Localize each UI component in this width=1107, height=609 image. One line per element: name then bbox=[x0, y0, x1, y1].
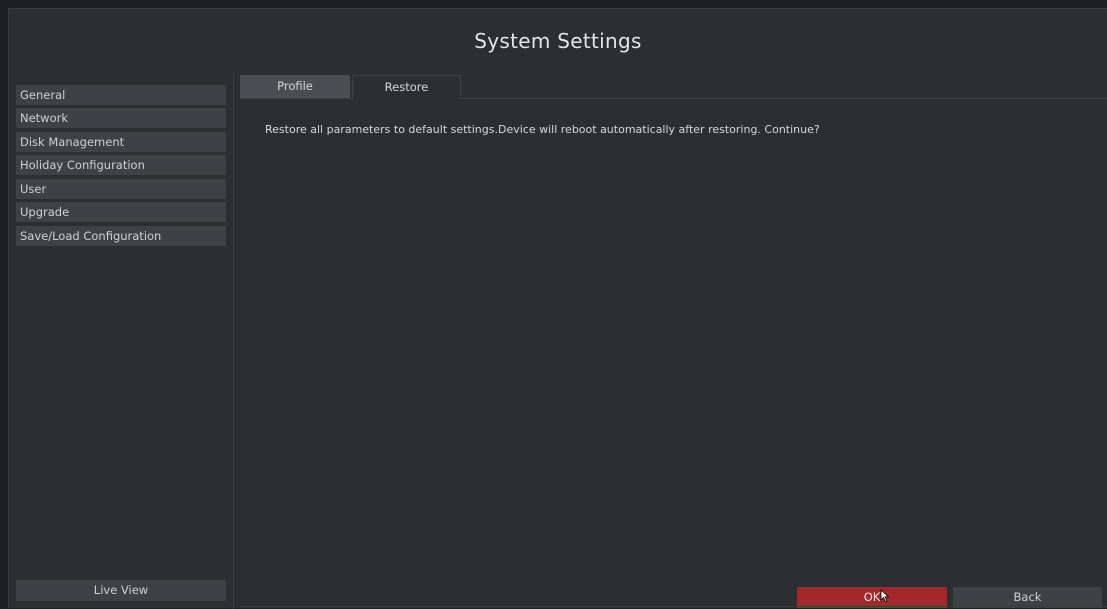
sidebar-divider bbox=[233, 73, 234, 609]
title-bar: System Settings bbox=[9, 9, 1107, 73]
mouse-pointer-icon bbox=[880, 589, 890, 603]
tab-bar: Profile Restore bbox=[240, 75, 1107, 99]
page-title: System Settings bbox=[474, 29, 642, 53]
ok-button[interactable]: OK bbox=[797, 587, 947, 608]
tab-profile[interactable]: Profile bbox=[240, 75, 350, 98]
sidebar-item-general[interactable]: General bbox=[16, 85, 226, 105]
sidebar-item-upgrade[interactable]: Upgrade bbox=[16, 202, 226, 222]
live-view-button[interactable]: Live View bbox=[16, 580, 226, 601]
sidebar-item-disk-management[interactable]: Disk Management bbox=[16, 132, 226, 152]
back-button[interactable]: Back bbox=[953, 587, 1102, 608]
sidebar-item-holiday-configuration[interactable]: Holiday Configuration bbox=[16, 155, 226, 175]
sidebar: General Network Disk Management Holiday … bbox=[9, 73, 233, 607]
sidebar-item-network[interactable]: Network bbox=[16, 108, 226, 128]
tab-restore[interactable]: Restore bbox=[352, 75, 461, 99]
sidebar-item-user[interactable]: User bbox=[16, 179, 226, 199]
content-bottom-border bbox=[240, 606, 1107, 607]
restore-confirmation-message: Restore all parameters to default settin… bbox=[265, 123, 820, 136]
main-content: Profile Restore Restore all parameters t… bbox=[240, 75, 1107, 608]
system-settings-window: System Settings General Network Disk Man… bbox=[8, 8, 1107, 609]
sidebar-item-save-load-configuration[interactable]: Save/Load Configuration bbox=[16, 226, 226, 246]
